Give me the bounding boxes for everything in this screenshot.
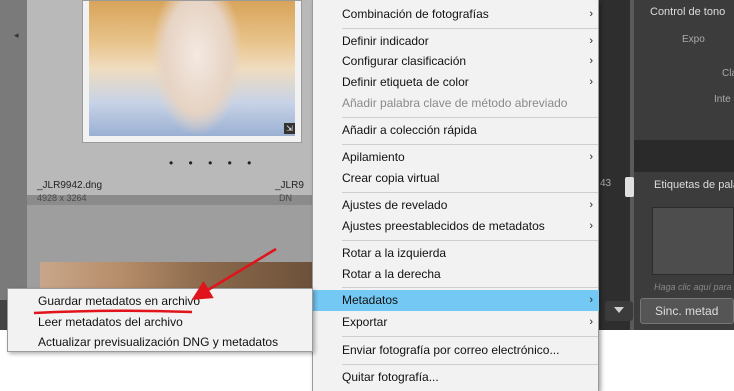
grid-cell[interactable]: ⇲ • • • • • _JLR9942.dng 4928 x 3264 _JL… [27, 0, 312, 203]
submenu-arrow-icon: › [589, 220, 593, 232]
menu-item-label: Combinación de fotografías [342, 7, 489, 21]
menu-item-label: Rotar a la izquierda [342, 246, 447, 260]
clarity-label: Cla [722, 68, 734, 79]
menu-separator [342, 144, 598, 145]
menu-item-label: Quitar fotografía... [342, 370, 439, 384]
left-panel-collapsed[interactable]: ◂ [0, 0, 27, 300]
menu-item-save-metadata-to-file[interactable]: Guardar metadatos en archivo [8, 291, 312, 312]
menu-item-label: Exportar [342, 315, 388, 329]
menu-item-email-photo[interactable]: Enviar fotografía por correo electrónico… [313, 340, 599, 361]
menu-separator [342, 240, 598, 241]
sync-dropdown-button[interactable] [605, 301, 633, 321]
tone-control-title[interactable]: Control de tono [650, 6, 725, 18]
menu-separator [342, 364, 598, 365]
menu-item-rotate-right[interactable]: Rotar a la derecha [313, 264, 599, 285]
metadata-submenu: Guardar metadatos en archivo Leer metada… [7, 288, 313, 352]
file-name-fragment: 43 [600, 178, 612, 189]
menu-item-set-color-label[interactable]: Definir etiqueta de color › [313, 72, 599, 93]
menu-item-develop-settings[interactable]: Ajustes de revelado › [313, 195, 599, 216]
menu-item-set-flag[interactable]: Definir indicador › [313, 31, 599, 52]
thumbnail-frame[interactable]: ⇲ [82, 0, 302, 143]
menu-item-set-rating[interactable]: Configurar clasificación › [313, 51, 599, 72]
menu-item-label: Ajustes de revelado [342, 198, 448, 212]
file-name: _JLR9 [275, 180, 304, 191]
menu-item-label: Definir indicador [342, 34, 429, 48]
exposure-label: Expo [682, 34, 705, 45]
menu-item-add-quick-collection[interactable]: Añadir a colección rápida [313, 120, 599, 141]
keywords-hint: Haga clic aquí para [654, 282, 732, 292]
submenu-arrow-icon: › [589, 55, 593, 67]
photo-thumbnail[interactable] [89, 1, 295, 136]
sync-metadata-button[interactable]: Sinc. metad [640, 298, 734, 324]
right-panel: Control de tono Expo Cla Inte Etiquetas … [634, 0, 734, 330]
submenu-arrow-icon: › [589, 8, 593, 20]
menu-item-photo-merge[interactable]: Combinación de fotografías › [313, 4, 599, 25]
menu-item-label: Metadatos [342, 293, 399, 307]
submenu-arrow-icon: › [589, 76, 593, 88]
menu-item-label: Ajustes preestablecidos de metadatos [342, 219, 545, 233]
submenu-arrow-icon: › [589, 199, 593, 211]
submenu-arrow-icon: › [589, 35, 593, 47]
context-menu: Combinación de fotografías › Definir indi… [312, 0, 599, 391]
menu-item-label: Enviar fotografía por correo electrónico… [342, 343, 560, 357]
scrollbar-thumb[interactable] [625, 177, 634, 197]
menu-item-label: Añadir a colección rápida [342, 123, 477, 137]
chevron-down-icon [614, 307, 624, 313]
menu-item-metadata-presets[interactable]: Ajustes preestablecidos de metadatos › [313, 216, 599, 237]
rating-dots[interactable]: • • • • • [169, 156, 257, 170]
menu-item-label: Rotar a la derecha [342, 267, 441, 281]
menu-item-label: Añadir palabra clave de método abreviado [342, 96, 568, 110]
file-dimensions: DN [279, 193, 292, 203]
menu-item-label: Crear copia virtual [342, 171, 440, 185]
menu-separator [342, 287, 598, 288]
panel-divider [634, 140, 734, 172]
menu-item-create-virtual-copy[interactable]: Crear copia virtual [313, 168, 599, 189]
submenu-arrow-icon: › [589, 151, 593, 163]
submenu-arrow-icon: › [589, 316, 593, 328]
menu-item-label: Definir etiqueta de color [342, 75, 469, 89]
menu-item-label: Configurar clasificación [342, 54, 467, 68]
menu-separator [342, 336, 598, 337]
menu-item-read-metadata-from-file[interactable]: Leer metadatos del archivo [8, 312, 312, 333]
menu-item-update-dng-preview[interactable]: Actualizar previsualización DNG y metada… [8, 332, 312, 353]
grid-column: 43 [598, 0, 630, 330]
expand-left-panel-icon[interactable]: ◂ [14, 30, 19, 41]
menu-separator [342, 192, 598, 193]
menu-item-metadata[interactable]: Metadatos › [313, 290, 599, 311]
menu-item-export[interactable]: Exportar › [313, 312, 599, 333]
menu-item-label: Apilamiento [342, 150, 405, 164]
menu-separator [342, 28, 598, 29]
intensity-label: Inte [714, 94, 731, 105]
menu-item-stacking[interactable]: Apilamiento › [313, 147, 599, 168]
menu-item-add-shortcut-keyword[interactable]: Añadir palabra clave de método abreviado [313, 93, 599, 114]
develop-adjusted-icon[interactable]: ⇲ [284, 123, 295, 134]
file-name: _JLR9942.dng [37, 180, 103, 191]
menu-separator [342, 117, 598, 118]
submenu-arrow-icon: › [589, 294, 593, 306]
menu-item-rotate-left[interactable]: Rotar a la izquierda [313, 243, 599, 264]
menu-item-remove-photo[interactable]: Quitar fotografía... [313, 367, 599, 388]
keywords-field[interactable] [652, 207, 734, 275]
file-dimensions: 4928 x 3264 [37, 193, 87, 203]
keywords-title[interactable]: Etiquetas de pala [654, 179, 734, 191]
